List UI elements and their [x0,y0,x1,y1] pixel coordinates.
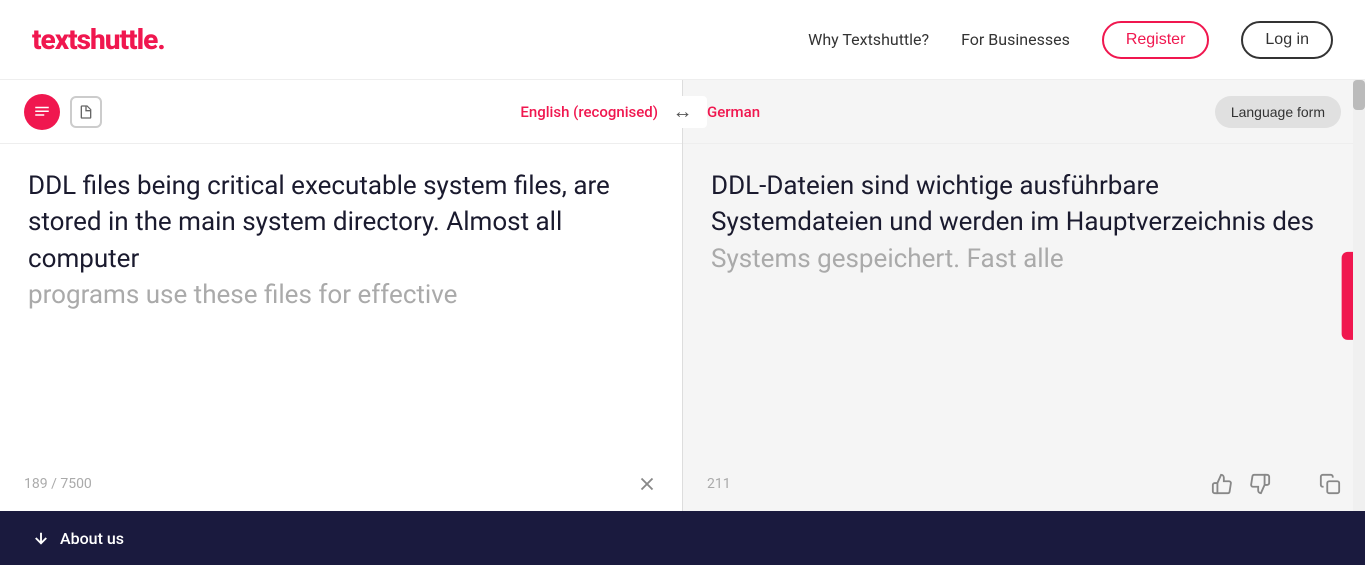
language-form-button[interactable]: Language form [1215,96,1341,128]
translation-text-dark: DDL-Dateien sind wichtige ausführbare Sy… [711,171,1314,237]
document-icon[interactable] [70,96,102,128]
scrollbar[interactable] [1353,80,1365,511]
about-bar-content: About us [32,529,124,548]
translation-bottom-bar: 211 [683,457,1365,511]
thumbs-up-icon [1211,473,1233,495]
swap-area: ↔ [659,96,707,128]
source-language-bar: English (recognised) [0,80,682,144]
source-bottom-bar: 189 / 7500 [0,457,682,511]
about-us-label: About us [60,529,124,548]
translation-language-bar: German Language form [683,80,1365,144]
register-button[interactable]: Register [1102,21,1210,59]
swap-button[interactable]: ↔ [673,101,693,124]
translation-text-light: Systems gespeichert. Fast alle [711,244,1064,274]
source-icons [24,94,102,130]
scrollbar-thumb[interactable] [1353,80,1365,110]
copy-button[interactable] [1319,473,1341,495]
lines-icon [33,103,51,121]
source-text-light: programs use these files for effective [28,280,457,310]
swap-arrow: ↔ [673,101,693,123]
source-text-area[interactable]: DDL files being critical executable syst… [0,144,682,457]
clear-button[interactable] [636,473,658,495]
translation-char-count: 211 [707,476,731,492]
thumbs-down-button[interactable] [1249,473,1271,495]
translation-bottom-icons [1211,473,1341,495]
thumbs-up-button[interactable] [1211,473,1233,495]
thumbs-down-icon [1249,473,1271,495]
translation-area: English (recognised) DDL files being cri… [0,80,1365,511]
text-icon[interactable] [24,94,60,130]
login-button[interactable]: Log in [1241,21,1333,59]
doc-icon [78,104,94,120]
translation-panel: German Language form DDL-Dateien sind wi… [683,80,1365,511]
about-bar[interactable]: About us [0,511,1365,565]
target-language-label[interactable]: German [707,103,760,121]
copy-icon [1319,473,1341,495]
translation-text-area[interactable]: DDL-Dateien sind wichtige ausführbare Sy… [683,144,1365,457]
nav: Why Textshuttle? For Businesses Register… [808,21,1333,59]
nav-business[interactable]: For Businesses [961,30,1070,49]
source-panel: English (recognised) DDL files being cri… [0,80,682,511]
close-icon [636,473,658,495]
char-count: 189 / 7500 [24,476,92,492]
source-bottom-icons [636,473,658,495]
source-text-dark: DDL files being critical executable syst… [28,171,610,274]
header: textshuttle. Why Textshuttle? For Busine… [0,0,1365,80]
logo: textshuttle. [32,23,165,56]
source-language-label[interactable]: English (recognised) [520,103,658,121]
arrow-down-icon [32,529,50,547]
nav-why[interactable]: Why Textshuttle? [808,30,929,49]
